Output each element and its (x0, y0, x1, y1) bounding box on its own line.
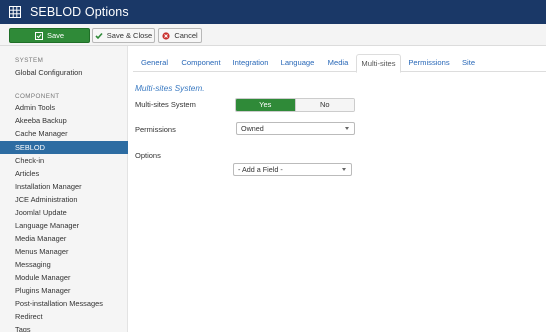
sidebar-item-joomla-update[interactable]: Joomla! Update (0, 206, 128, 219)
check-icon (95, 32, 103, 39)
app-header: SEBLOD Options (0, 0, 546, 24)
sidebar-item-media-manager[interactable]: Media Manager (0, 232, 128, 245)
cancel-label: Cancel (174, 31, 198, 40)
grid-app-icon (9, 6, 21, 18)
sidebar-item-installation-manager[interactable]: Installation Manager (0, 180, 128, 193)
save-button[interactable]: Save (9, 28, 90, 43)
tab-language[interactable]: Language (275, 54, 320, 72)
add-field-select[interactable]: - Add a Field - (233, 163, 352, 176)
sidebar-item-language-manager[interactable]: Language Manager (0, 219, 128, 232)
sidebar-item-check-in[interactable]: Check-in (0, 154, 128, 167)
sidebar-item-menus-manager[interactable]: Menus Manager (0, 245, 128, 258)
sidebar-item-articles[interactable]: Articles (0, 167, 128, 180)
add-field-value: - Add a Field - (238, 165, 283, 174)
toggle-no-button[interactable]: No (294, 99, 354, 111)
sidebar-item-admin-tools[interactable]: Admin Tools (0, 101, 128, 114)
sidebar: SYSTEM Global Configuration COMPONENT Ad… (0, 46, 128, 332)
sidebar-header-component: COMPONENT (15, 93, 60, 100)
tab-multi-sites[interactable]: Multi-sites (356, 54, 401, 73)
cancel-button[interactable]: Cancel (158, 28, 202, 43)
sidebar-header-system: SYSTEM (15, 57, 44, 64)
sidebar-item-jce-administration[interactable]: JCE Administration (0, 193, 128, 206)
sidebar-item-redirect[interactable]: Redirect (0, 310, 128, 323)
tab-site[interactable]: Site (455, 54, 482, 72)
sidebar-item-tags[interactable]: Tags (0, 323, 128, 332)
multisites-system-label: Multi-sites System (135, 100, 196, 109)
permissions-value: Owned (241, 124, 264, 133)
toolbar: Save Save & Close Cancel (0, 24, 546, 46)
tab-component[interactable]: Component (176, 54, 226, 72)
tab-permissions[interactable]: Permissions (403, 54, 455, 72)
sidebar-item-plugins-manager[interactable]: Plugins Manager (0, 284, 128, 297)
save-icon (34, 31, 43, 40)
tab-general[interactable]: General (133, 54, 176, 72)
save-close-button[interactable]: Save & Close (92, 28, 155, 43)
save-close-label: Save & Close (106, 31, 153, 40)
page-title: SEBLOD Options (30, 5, 129, 19)
section-title: Multi-sites System. (135, 83, 205, 93)
sidebar-item-messaging[interactable]: Messaging (0, 258, 128, 271)
sidebar-item-seblod[interactable]: SEBLOD (0, 141, 128, 154)
sidebar-item-module-manager[interactable]: Module Manager (0, 271, 128, 284)
options-tabs: General Component Integration Language M… (133, 54, 546, 73)
sidebar-item-cache-manager[interactable]: Cache Manager (0, 127, 128, 140)
sidebar-item-akeeba-backup[interactable]: Akeeba Backup (0, 114, 128, 127)
options-label: Options (135, 151, 161, 160)
sidebar-item-post-installation-messages[interactable]: Post-installation Messages (0, 297, 128, 310)
sidebar-item-global-configuration[interactable]: Global Configuration (0, 66, 128, 79)
chevron-down-icon (342, 168, 346, 171)
tab-integration[interactable]: Integration (226, 54, 275, 72)
tab-media[interactable]: Media (320, 54, 356, 72)
cancel-icon (162, 31, 170, 40)
save-label: Save (46, 31, 65, 40)
toggle-yes-button[interactable]: Yes (236, 99, 295, 111)
chevron-down-icon (345, 127, 349, 130)
multisites-toggle: Yes No (235, 98, 355, 112)
permissions-select[interactable]: Owned (236, 122, 355, 135)
permissions-label: Permissions (135, 125, 176, 134)
